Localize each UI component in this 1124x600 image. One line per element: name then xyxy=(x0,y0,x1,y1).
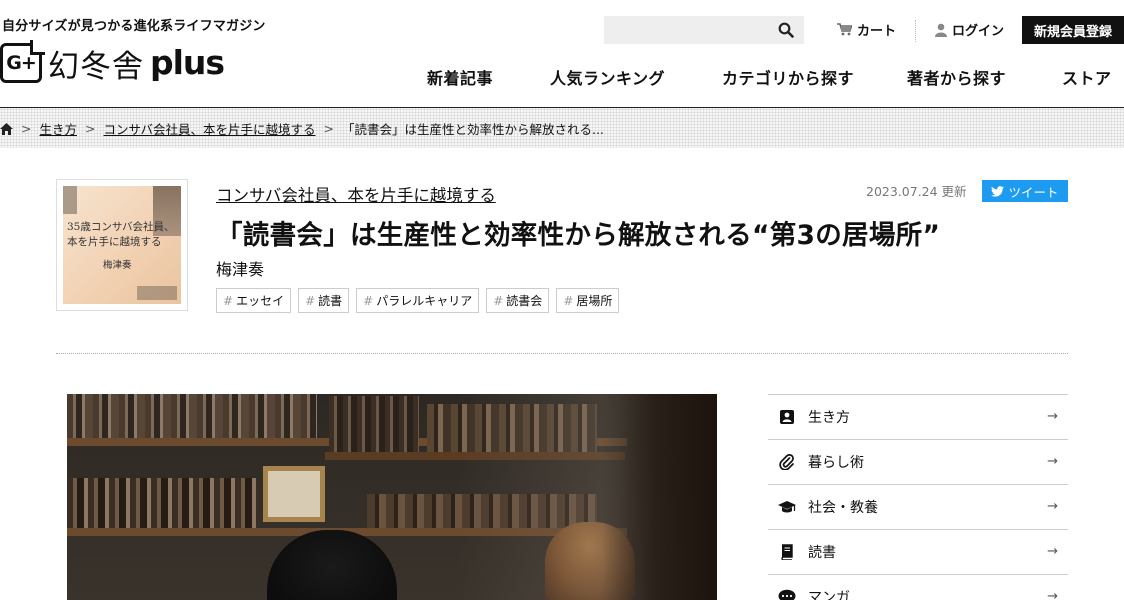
hash-icon: # xyxy=(363,293,374,308)
sidebar-item-shakai[interactable]: 社会・教養 → xyxy=(768,484,1068,529)
thumbnail-title-line1: 35歳コンサバ会社員、 xyxy=(67,221,175,233)
sidebar-item-dokusho[interactable]: 読書 → xyxy=(768,529,1068,574)
graduation-cap-icon xyxy=(778,498,796,516)
hero-image xyxy=(67,394,717,600)
sidebar-item-label: 生き方 xyxy=(808,410,850,426)
article-title: 「読書会」は生産性と効率性から解放される“第3の居場所” xyxy=(216,220,941,251)
thumb-decoration xyxy=(63,186,77,214)
logo-badge: G+ xyxy=(0,43,42,83)
nav-new-articles[interactable]: 新着記事 xyxy=(427,65,493,89)
breadcrumb-separator: > xyxy=(85,121,96,136)
login-label: ログイン xyxy=(952,24,1005,39)
person-card-icon xyxy=(778,408,796,426)
tweet-label: ツイート xyxy=(1008,184,1059,200)
arrow-right-icon: → xyxy=(1047,589,1058,600)
breadcrumb-separator: > xyxy=(323,121,334,136)
signup-button[interactable]: 新規会員登録 xyxy=(1022,16,1124,44)
thumb-decoration xyxy=(137,286,177,300)
tag-label: 読書 xyxy=(318,294,343,308)
tag-reading[interactable]: # 読書 xyxy=(298,288,350,313)
arrow-right-icon: → xyxy=(1047,454,1058,469)
breadcrumb-current: 「読書会」は生産性と効率性から解放される... xyxy=(341,122,604,137)
book-icon xyxy=(778,543,796,561)
arrow-right-icon: → xyxy=(1047,409,1058,424)
section-divider xyxy=(56,353,1068,354)
series-link[interactable]: コンサバ会社員、本を片手に越境する xyxy=(216,182,496,206)
search-icon[interactable] xyxy=(778,22,794,38)
tag-ibasho[interactable]: # 居場所 xyxy=(556,288,620,313)
nav-ranking[interactable]: 人気ランキング xyxy=(550,65,665,89)
login-link[interactable]: ログイン xyxy=(935,20,1004,39)
sidebar-item-label: 社会・教養 xyxy=(808,500,878,516)
logo-plus: plus xyxy=(150,42,225,82)
sidebar-item-kurashi[interactable]: 暮らし術 → xyxy=(768,439,1068,484)
tag-parallel-career[interactable]: # パラレルキャリア xyxy=(356,288,480,313)
sidebar-item-label: 暮らし術 xyxy=(808,455,864,471)
cart-icon xyxy=(837,23,852,36)
cart-link[interactable]: カート xyxy=(837,20,896,39)
home-icon[interactable] xyxy=(0,122,13,135)
cart-label: カート xyxy=(857,24,897,39)
breadcrumb-category[interactable]: 生き方 xyxy=(39,119,77,138)
breadcrumb: > 生き方 > コンサバ会社員、本を片手に越境する > 「読書会」は生産性と効率… xyxy=(0,119,604,138)
site-logo[interactable]: G+ 幻冬舎 plus xyxy=(0,40,225,86)
sidebar-item-label: 読書 xyxy=(808,545,836,561)
arrow-right-icon: → xyxy=(1047,499,1058,514)
hash-icon: # xyxy=(305,293,316,308)
paperclip-icon xyxy=(778,453,796,471)
speech-bubble-icon xyxy=(778,588,796,600)
tag-book-club[interactable]: # 読書会 xyxy=(486,288,550,313)
tag-label: エッセイ xyxy=(236,294,285,308)
breadcrumb-series[interactable]: コンサバ会社員、本を片手に越境する xyxy=(103,119,315,138)
hash-icon: # xyxy=(493,293,504,308)
tag-list: # エッセイ # 読書 # パラレルキャリア # 読書会 # 居場所 xyxy=(216,288,620,313)
nav-authors[interactable]: 著者から探す xyxy=(907,65,1006,89)
tag-label: 居場所 xyxy=(576,294,613,308)
category-sidebar: 生き方 → 暮らし術 → 社会・教養 → 読書 → マンガ → xyxy=(768,394,1068,600)
tag-label: パラレルキャリア xyxy=(376,294,473,308)
sidebar-item-label: マンガ xyxy=(808,590,850,600)
breadcrumb-separator: > xyxy=(21,121,32,136)
tag-label: 読書会 xyxy=(506,294,543,308)
updated-date: 2023.07.24 更新 xyxy=(866,184,967,199)
nav-store[interactable]: ストア xyxy=(1062,65,1112,89)
photo-shadow xyxy=(602,394,717,600)
twitter-bird-icon xyxy=(991,185,1005,197)
nav-categories[interactable]: カテゴリから探す xyxy=(722,65,854,89)
tweet-button[interactable]: ツイート xyxy=(982,180,1068,202)
tag-essay[interactable]: # エッセイ xyxy=(216,288,292,313)
author-name[interactable]: 梅津奏 xyxy=(216,256,264,280)
site-tagline: 自分サイズが見つかる進化系ライフマガジン xyxy=(2,19,266,34)
user-icon xyxy=(935,23,947,37)
thumbnail-title-line2: 本を片手に越境する xyxy=(67,236,162,248)
series-thumbnail[interactable]: 35歳コンサバ会社員、 本を片手に越境する 梅津奏 xyxy=(56,179,188,311)
arrow-right-icon: → xyxy=(1047,544,1058,559)
hash-icon: # xyxy=(563,293,574,308)
header-divider xyxy=(915,20,916,42)
hash-icon: # xyxy=(223,293,234,308)
search-input[interactable] xyxy=(604,16,804,44)
sidebar-item-ikikata[interactable]: 生き方 → xyxy=(768,394,1068,439)
thumbnail-author: 梅津奏 xyxy=(103,260,132,271)
sidebar-item-manga[interactable]: マンガ → xyxy=(768,574,1068,600)
logo-wordmark: 幻冬舎 xyxy=(48,48,144,85)
